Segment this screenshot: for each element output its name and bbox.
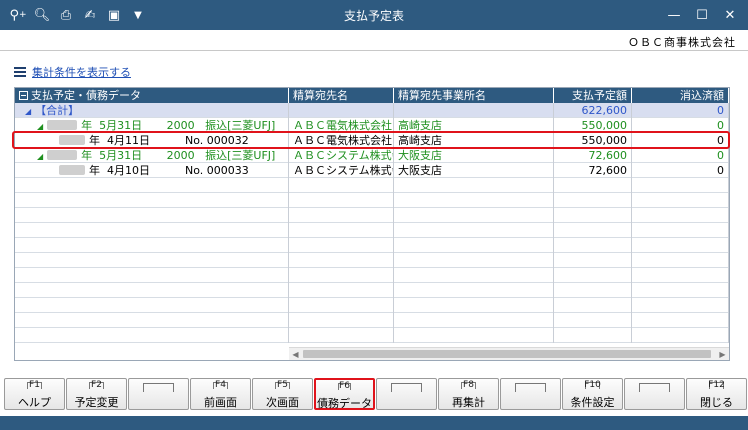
empty-row xyxy=(15,313,729,328)
window-title: 支払予定表 xyxy=(343,9,404,23)
col-header-dest[interactable]: 精算宛先名 xyxy=(289,88,394,103)
company-name: ＯＢＣ商事株式会社 xyxy=(628,36,736,49)
empty-row xyxy=(15,253,729,268)
scroll-right-icon[interactable]: ▶ xyxy=(716,348,729,360)
empty-row xyxy=(15,283,729,298)
redacted-year xyxy=(59,165,85,175)
f1-help-button[interactable]: F1 ヘルプ xyxy=(4,378,65,410)
horizontal-scrollbar[interactable]: ◀ ▶ xyxy=(289,347,729,360)
redacted-year xyxy=(59,135,85,145)
empty-row xyxy=(15,328,729,343)
redacted-year xyxy=(47,120,78,130)
empty-row xyxy=(15,223,729,238)
collapse-all-icon[interactable] xyxy=(19,91,28,100)
empty-row xyxy=(15,268,729,283)
status-bar xyxy=(0,416,748,430)
function-key-bar: F1 ヘルプ F2 予定変更 F4 前画面 F5 次画面 F6 債務データ F8 再集計 F… xyxy=(4,378,747,410)
list-icon xyxy=(14,66,26,78)
table-row[interactable]: 年 4月10日 No. 000033 ＡＢＣシステム株式会 大阪支店 72,60… xyxy=(15,163,729,178)
empty-row xyxy=(15,208,729,223)
table-row-total[interactable]: ◢ 【合計】 622,600 0 xyxy=(15,103,729,118)
col-header-office[interactable]: 精算宛先事業所名 xyxy=(394,88,554,103)
scroll-thumb[interactable] xyxy=(303,350,711,358)
window-controls: — ☐ ✕ xyxy=(660,4,744,26)
header-divider xyxy=(0,50,748,51)
scroll-left-icon[interactable]: ◀ xyxy=(289,348,302,360)
close-button[interactable]: ✕ xyxy=(716,4,744,26)
expand-triangle-icon[interactable]: ◢ xyxy=(25,107,31,116)
empty-row xyxy=(15,193,729,208)
f8-recalculate-button[interactable]: F8 再集計 xyxy=(438,378,499,410)
col-header-amount[interactable]: 支払予定額 xyxy=(554,88,632,103)
maximize-button[interactable]: ☐ xyxy=(688,4,716,26)
f7-empty-button[interactable] xyxy=(376,378,437,410)
empty-row xyxy=(15,178,729,193)
empty-row xyxy=(15,298,729,313)
table-row[interactable]: ◢ 年 5月31日 2000 振込[三菱UFJ] ＡＢＣシステム株式会 大阪支店 … xyxy=(15,148,729,163)
f10-condition-settings-button[interactable]: F10 条件設定 xyxy=(562,378,623,410)
table-row-selected[interactable]: 年 4月11日 No. 000032 ＡＢＣ電気株式会社 高崎支店 550,00… xyxy=(15,133,729,148)
col-header-cleared[interactable]: 消込済額 xyxy=(632,88,729,103)
grid-header: 支払予定・債務データ 精算宛先名 精算宛先事業所名 支払予定額 消込済額 xyxy=(15,88,729,103)
empty-row xyxy=(15,238,729,253)
f3-empty-button[interactable] xyxy=(128,378,189,410)
f4-prev-screen-button[interactable]: F4 前画面 xyxy=(190,378,251,410)
minimize-button[interactable]: — xyxy=(660,4,688,26)
f2-change-schedule-button[interactable]: F2 予定変更 xyxy=(66,378,127,410)
f11-empty-button[interactable] xyxy=(624,378,685,410)
f5-next-screen-button[interactable]: F5 次画面 xyxy=(252,378,313,410)
col-header-schedule[interactable]: 支払予定・債務データ xyxy=(15,88,289,103)
expand-triangle-icon[interactable]: ◢ xyxy=(37,152,43,161)
show-conditions-label: 集計条件を表示する xyxy=(32,66,131,79)
title-bar: ⚲ + 🔍︎ ⎙ ✍ ▣ ▼ 支払予定表 — ☐ ✕ xyxy=(0,0,748,30)
f12-close-button[interactable]: F12 閉じる xyxy=(686,378,747,410)
payment-schedule-grid: 支払予定・債務データ 精算宛先名 精算宛先事業所名 支払予定額 消込済額 ◢ 【合… xyxy=(14,87,730,361)
f9-empty-button[interactable] xyxy=(500,378,561,410)
f6-debt-data-button[interactable]: F6 債務データ xyxy=(314,378,375,410)
table-row[interactable]: ◢ 年 5月31日 2000 振込[三菱UFJ] ＡＢＣ電気株式会社 高崎支店 5… xyxy=(15,118,729,133)
show-conditions-link[interactable]: 集計条件を表示する xyxy=(14,64,131,80)
expand-triangle-icon[interactable]: ◢ xyxy=(37,122,43,131)
redacted-year xyxy=(47,150,78,160)
